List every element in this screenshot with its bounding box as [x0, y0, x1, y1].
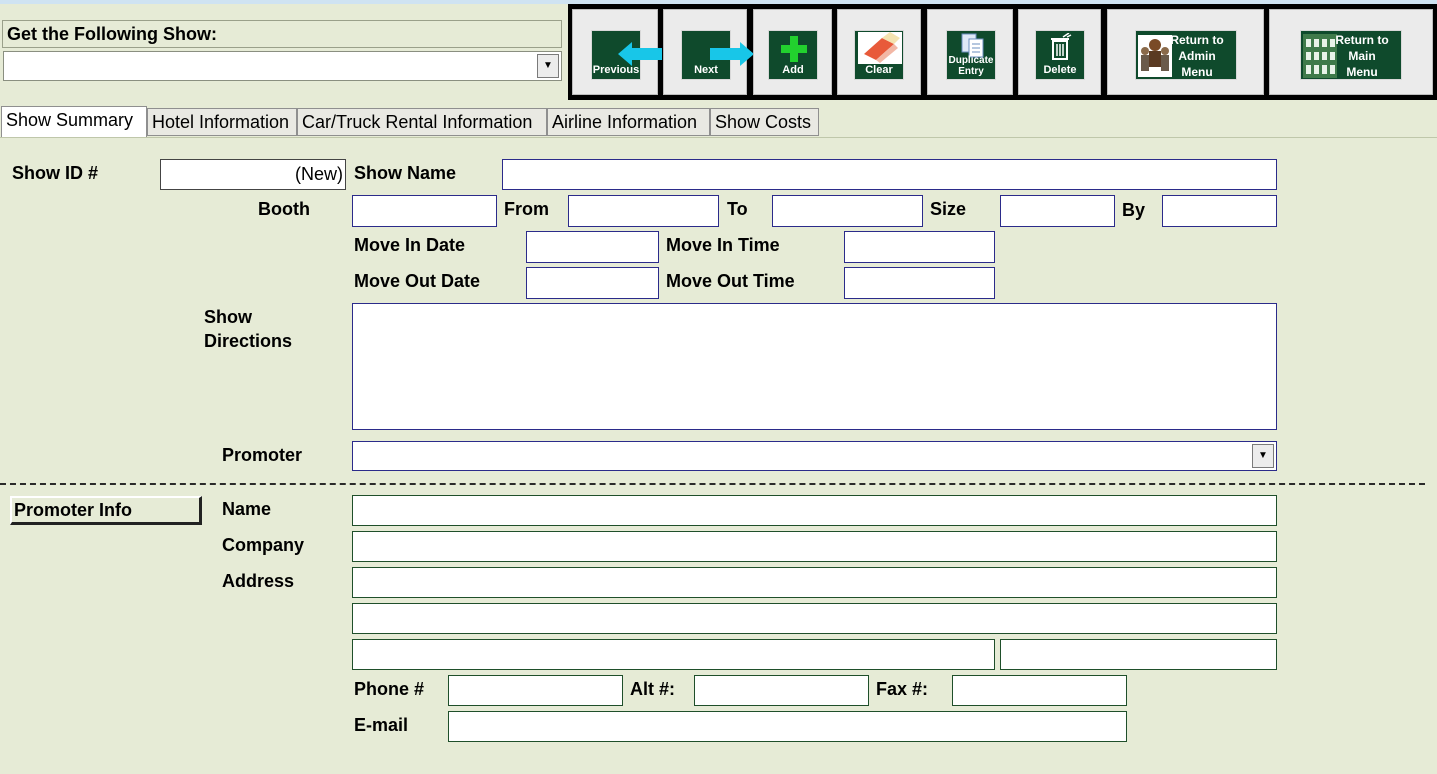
add-icon: Add — [768, 30, 818, 80]
promoter-address-line2-field[interactable] — [352, 603, 1277, 634]
promoter-alt-field[interactable] — [694, 675, 869, 706]
move-out-time-label: Move Out Time — [666, 271, 795, 291]
get-show-combobox[interactable]: ▼ — [3, 51, 562, 81]
previous-icon: Previous — [591, 30, 662, 80]
promoter-email-field[interactable] — [448, 711, 1127, 742]
show-id-label: Show ID # — [12, 163, 99, 183]
show-directions-label-line1: Show — [204, 307, 252, 327]
get-show-label: Get the Following Show: — [2, 20, 562, 48]
duplicate-label-line2: Entry — [958, 66, 984, 77]
return-main-line2: Main — [1348, 49, 1376, 63]
show-id-field[interactable]: (New) — [160, 159, 346, 190]
promoter-city-field[interactable] — [352, 639, 995, 670]
to-label: To — [727, 199, 748, 219]
duplicate-label-line1: Duplicate — [948, 55, 994, 66]
move-in-date-field[interactable] — [526, 231, 659, 263]
promoter-name-label: Name — [222, 499, 272, 519]
move-in-time-field[interactable] — [844, 231, 995, 263]
promoter-company-label: Company — [222, 535, 305, 555]
duplicate-entry-button[interactable]: Duplicate Entry — [927, 9, 1013, 95]
return-admin-line3: Menu — [1181, 65, 1213, 79]
tab-hotel-information[interactable]: Hotel Information — [147, 108, 297, 136]
move-out-date-label: Move Out Date — [354, 271, 481, 291]
promoter-name-field[interactable] — [352, 495, 1277, 526]
size-label: Size — [930, 199, 967, 219]
delete-icon: Delete — [1035, 30, 1085, 80]
booth-field[interactable] — [352, 195, 497, 227]
move-in-time-label: Move In Time — [666, 235, 780, 255]
by-field[interactable] — [1162, 195, 1277, 227]
return-main-line1: Return to — [1335, 33, 1389, 47]
chevron-down-icon[interactable]: ▼ — [1252, 444, 1274, 468]
previous-button[interactable]: Previous — [572, 9, 662, 95]
show-directions-textarea[interactable] — [352, 303, 1277, 430]
tab-car-truck-rental-information[interactable]: Car/Truck Rental Information — [297, 108, 547, 136]
promoter-alt-label: Alt #: — [630, 679, 675, 699]
booth-label: Booth — [258, 199, 310, 219]
show-id-value: (New) — [295, 164, 343, 184]
show-directions-label-line2: Directions — [204, 331, 293, 351]
return-admin-line2: Admin — [1178, 49, 1216, 63]
show-name-field[interactable] — [502, 159, 1277, 190]
promoter-combobox[interactable]: ▼ — [352, 441, 1277, 471]
promoter-state-zip-field[interactable] — [1000, 639, 1277, 670]
promoter-company-field[interactable] — [352, 531, 1277, 562]
plus-icon — [781, 36, 807, 62]
next-button[interactable]: Next — [663, 9, 754, 95]
chevron-down-icon[interactable]: ▼ — [537, 54, 559, 78]
clear-button[interactable]: Clear — [837, 9, 921, 95]
delete-label: Delete — [1043, 64, 1077, 76]
promoter-email-label: E-mail — [354, 715, 409, 735]
show-name-label: Show Name — [354, 163, 457, 183]
move-out-time-field[interactable] — [844, 267, 995, 299]
promoter-fax-field[interactable] — [952, 675, 1127, 706]
duplicate-icon: Duplicate Entry — [946, 30, 996, 80]
return-admin-icon: Return to Admin Menu — [1135, 30, 1237, 80]
by-label: By — [1122, 200, 1146, 220]
to-field[interactable] — [772, 195, 923, 227]
next-icon: Next — [681, 30, 754, 80]
return-main-line3: Menu — [1346, 65, 1378, 79]
from-label: From — [504, 199, 549, 219]
move-in-date-label: Move In Date — [354, 235, 466, 255]
promoter-phone-field[interactable] — [448, 675, 623, 706]
return-admin-line1: Return to — [1170, 33, 1224, 47]
return-admin-label: Return to Admin Menu — [1160, 31, 1234, 82]
toolbar: Previous Next Add Clear Duplicate Entry … — [568, 4, 1437, 100]
return-main-label: Return to Main Menu — [1325, 31, 1399, 82]
move-out-date-field[interactable] — [526, 267, 659, 299]
add-button[interactable]: Add — [753, 9, 832, 95]
section-divider — [0, 483, 1425, 485]
from-field[interactable] — [568, 195, 719, 227]
clear-icon: Clear — [854, 30, 904, 80]
tab-show-summary[interactable]: Show Summary — [1, 106, 147, 138]
size-field[interactable] — [1000, 195, 1115, 227]
promoter-address-label: Address — [222, 571, 295, 591]
promoter-info-header: Promoter Info — [10, 496, 202, 525]
next-label: Next — [694, 64, 718, 76]
add-label: Add — [782, 64, 804, 76]
eraser-icon — [858, 32, 902, 64]
tab-airline-information[interactable]: Airline Information — [547, 108, 710, 136]
return-admin-menu-button[interactable]: Return to Admin Menu — [1107, 9, 1264, 95]
tab-show-costs[interactable]: Show Costs — [710, 108, 819, 136]
trash-can-icon — [1051, 33, 1072, 60]
promoter-phone-label: Phone # — [354, 679, 425, 699]
delete-button[interactable]: Delete — [1018, 9, 1101, 95]
return-main-icon: Return to Main Menu — [1300, 30, 1402, 80]
promoter-address-line1-field[interactable] — [352, 567, 1277, 598]
promoter-label: Promoter — [222, 445, 303, 465]
return-main-menu-button[interactable]: Return to Main Menu — [1269, 9, 1433, 95]
tab-baseline — [0, 137, 1437, 138]
promoter-fax-label: Fax #: — [876, 679, 929, 699]
previous-label: Previous — [592, 64, 640, 76]
clear-label: Clear — [865, 64, 893, 76]
